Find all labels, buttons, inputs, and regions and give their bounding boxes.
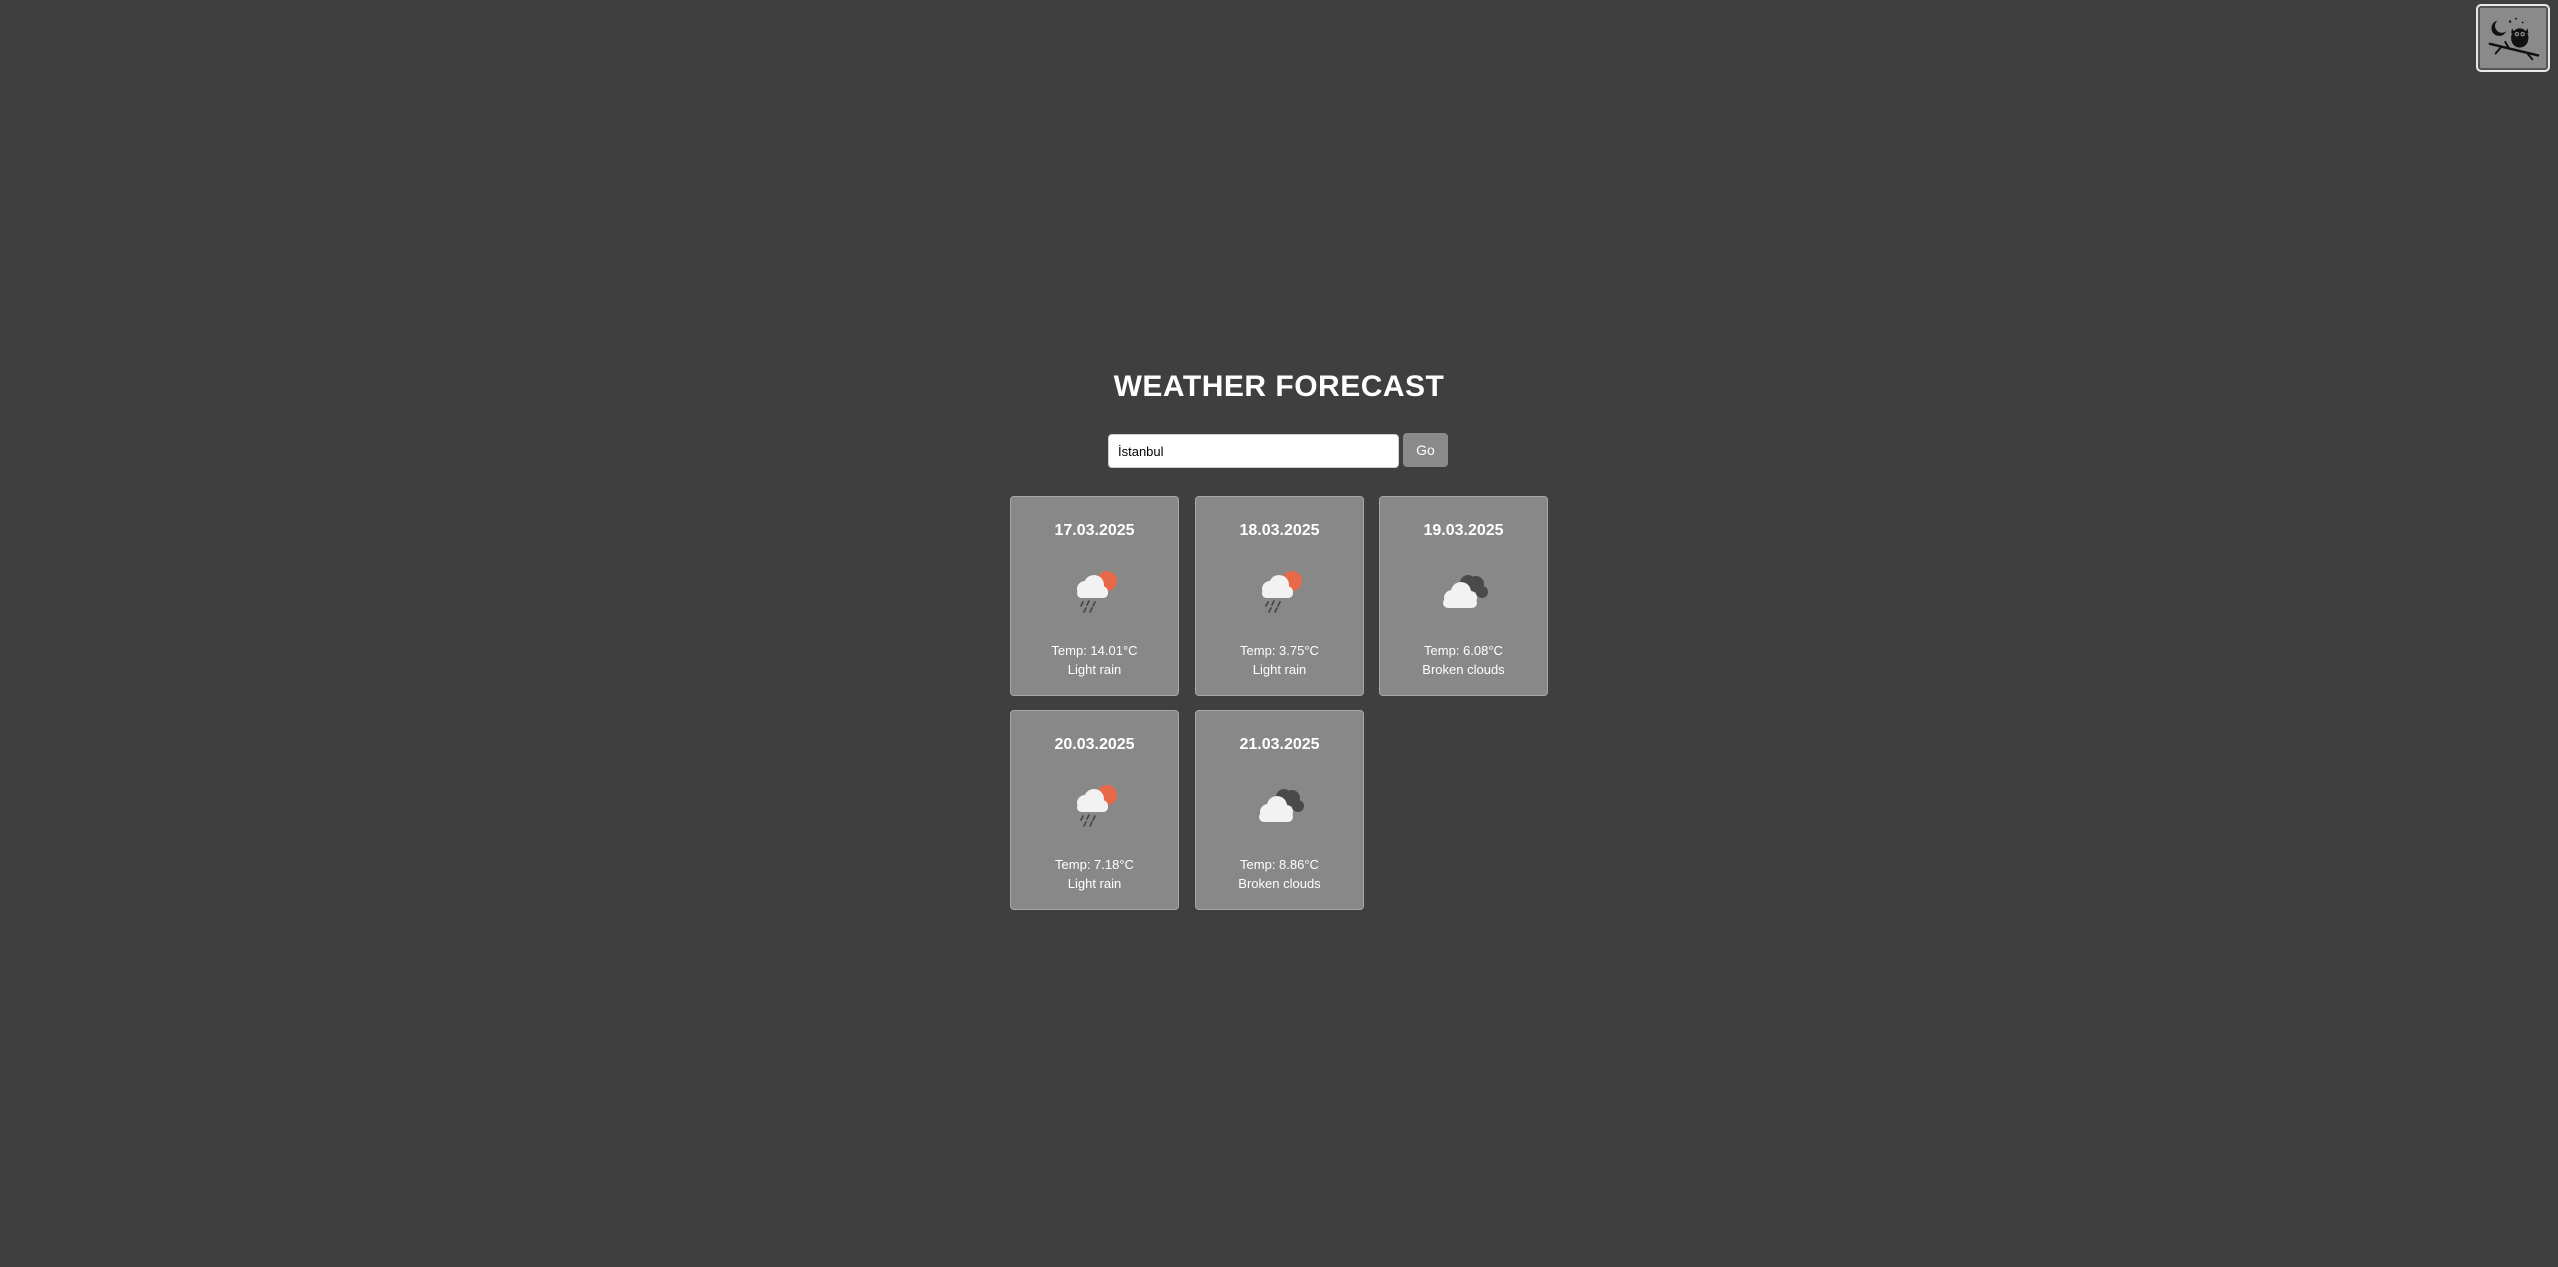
forecast-card: 19.03.2025 Temp: 6.08°C Broken clouds bbox=[1379, 496, 1548, 696]
forecast-description: Broken clouds bbox=[1238, 876, 1321, 891]
forecast-card: 21.03.2025 Temp: 8.86°C Broken clouds bbox=[1195, 710, 1364, 910]
city-search-input[interactable] bbox=[1108, 434, 1399, 468]
forecast-date: 21.03.2025 bbox=[1239, 736, 1320, 753]
forecast-description: Light rain bbox=[1067, 876, 1122, 891]
forecast-temp: Temp: 7.18°C bbox=[1055, 857, 1134, 872]
rain-cloud-sun-icon bbox=[1076, 571, 1117, 613]
rain-cloud-sun-icon bbox=[1076, 785, 1117, 827]
forecast-temp: Temp: 3.75°C bbox=[1240, 643, 1319, 658]
owl-moon-icon bbox=[2488, 17, 2540, 61]
broken-clouds-icon bbox=[1442, 575, 1488, 608]
forecast-date: 18.03.2025 bbox=[1239, 522, 1320, 539]
forecast-card: 17.03.2025 Temp: 14.01°C Light rain bbox=[1010, 496, 1179, 696]
forecast-temp: Temp: 6.08°C bbox=[1424, 643, 1503, 658]
page-title: WEATHER FORECAST bbox=[1113, 370, 1445, 403]
forecast-date: 17.03.2025 bbox=[1054, 522, 1135, 539]
theme-toggle-button[interactable] bbox=[2476, 4, 2550, 72]
forecast-description: Broken clouds bbox=[1422, 662, 1505, 677]
forecast-card: 18.03.2025 Temp: 3.75°C Light rain bbox=[1195, 496, 1364, 696]
forecast-card: 20.03.2025 Temp: 7.18°C Light rain bbox=[1010, 710, 1179, 910]
forecast-description: Light rain bbox=[1252, 662, 1307, 677]
forecast-description: Light rain bbox=[1067, 662, 1122, 677]
rain-cloud-sun-icon bbox=[1261, 571, 1302, 613]
forecast-date: 19.03.2025 bbox=[1423, 522, 1504, 539]
forecast-temp: Temp: 8.86°C bbox=[1240, 857, 1319, 872]
forecast-temp: Temp: 14.01°C bbox=[1051, 643, 1138, 658]
forecast-date: 20.03.2025 bbox=[1054, 736, 1135, 753]
broken-clouds-icon bbox=[1258, 789, 1304, 822]
go-button[interactable]: Go bbox=[1403, 433, 1448, 467]
